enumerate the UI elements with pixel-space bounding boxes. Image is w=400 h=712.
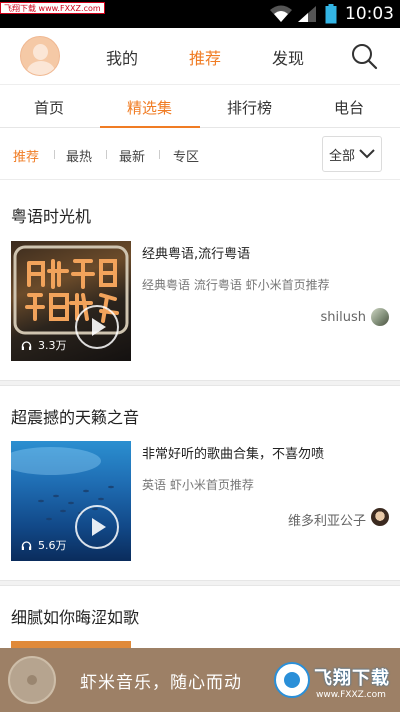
avatar[interactable] [20,36,60,76]
headphones-icon [21,540,32,550]
tab-mine[interactable]: 我的 [106,45,138,69]
play-button-icon[interactable] [75,505,119,549]
collection-cover[interactable]: 3.3万 [11,241,131,361]
status-bar: 飞翔下载 www.FXXZ.com 10:03 [0,0,400,28]
tab-discover[interactable]: 发现 [272,45,304,69]
collection-description: 经典粤语,流行粤语 [142,247,251,262]
subtab-home[interactable]: 首页 [34,97,64,118]
collection-tags: 经典粤语 流行粤语 虾小米首页推荐 [142,278,330,292]
clock: 10:03 [345,4,394,24]
banner-slogan: 虾米音乐，随心而动 [80,673,242,693]
headphones-icon [21,340,32,350]
filter-bar: 推荐 最热 最新 专区 全部 [0,128,400,180]
collection-card[interactable]: 细腻如你晦涩如歌 [0,586,400,648]
signal-icon [298,6,316,22]
collection-cover[interactable] [11,641,131,648]
play-count: 3.3万 [21,337,67,353]
play-count: 5.6万 [21,537,67,553]
divider [54,150,55,159]
filter-zone[interactable]: 专区 [173,146,199,165]
wifi-icon [270,5,292,22]
subtab-collections[interactable]: 精选集 [127,97,172,118]
collection-author[interactable]: shilush [321,310,367,325]
collection-title[interactable]: 细腻如你晦涩如歌 [11,604,139,628]
disc-icon [8,656,56,704]
filter-hottest[interactable]: 最热 [66,146,92,165]
collection-card[interactable]: 粤语时光机 3.3万 经典粤语,流行粤语 经典粤语 流行粤语 虾小米首页推荐 s… [0,181,400,380]
filter-newest[interactable]: 最新 [119,146,145,165]
avatar-head-shape [33,44,48,60]
subtab-radio[interactable]: 电台 [334,97,364,118]
sub-tabs: 首页 精选集 排行榜 电台 [0,84,400,129]
divider [106,150,107,159]
author-avatar[interactable] [371,308,389,326]
collection-card[interactable]: 超震撼的天籁之音 5.6万 非常好听的歌曲合集，不喜勿喷 英语 虾小米首页推荐 … [0,386,400,580]
subtab-charts[interactable]: 排行榜 [227,97,272,118]
collection-description: 非常好听的歌曲合集，不喜勿喷 [142,447,325,462]
watermark-text: 飞翔下载 [314,668,390,689]
search-icon[interactable] [350,42,378,70]
avatar-body-shape [27,61,55,75]
collection-title[interactable]: 超震撼的天籁之音 [11,404,139,428]
author-avatar[interactable] [371,508,389,526]
battery-icon [325,4,337,24]
status-icons: 10:03 [269,0,394,28]
collection-tags: 英语 虾小米首页推荐 [142,478,254,492]
watermark-logo-icon [274,662,310,698]
play-count-value: 3.3万 [38,339,67,352]
tab-recommend[interactable]: 推荐 [189,45,221,69]
watermark-url: www.FXXZ.com [316,690,386,700]
divider [159,150,160,159]
collection-title[interactable]: 粤语时光机 [11,203,91,227]
watermark-label: 飞翔下载 www.FXXZ.com [0,2,105,14]
play-count-value: 5.6万 [38,539,67,552]
play-button-icon[interactable] [75,305,119,349]
category-dropdown[interactable]: 全部 [322,136,382,172]
dropdown-value: 全部 [329,148,356,164]
filter-recommend[interactable]: 推荐 [13,146,39,165]
chevron-down-icon [359,149,375,159]
collection-author[interactable]: 维多利亚公子 [288,510,366,529]
header: 我的 推荐 发现 [0,28,400,84]
collection-cover[interactable]: 5.6万 [11,441,131,561]
